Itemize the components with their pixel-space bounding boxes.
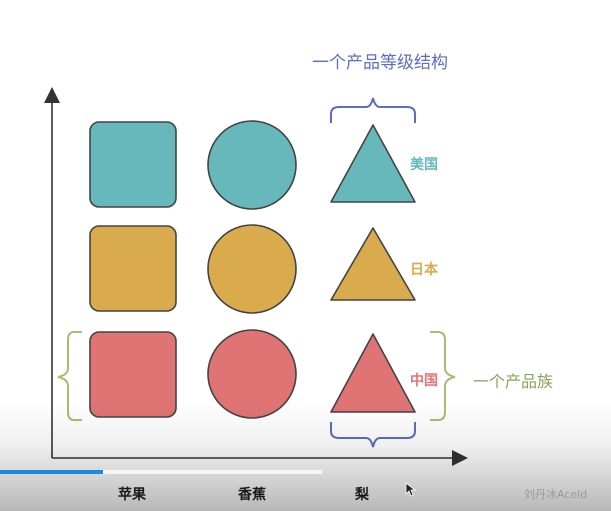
- mouse-cursor-icon: [405, 482, 417, 497]
- product-level-label: 一个产品等级结构: [312, 53, 448, 73]
- left-brace: [57, 331, 82, 421]
- column-label-pear: 梨: [355, 487, 369, 503]
- column-label-apple: 苹果: [118, 487, 146, 503]
- watermark: 刘丹冰Aceld: [524, 488, 588, 501]
- product-family-label: 一个产品族: [473, 372, 553, 391]
- banana-china-circle: [207, 329, 297, 419]
- top-brace: [330, 97, 416, 123]
- apple-china-square: [89, 331, 177, 418]
- factory-diagram: 一个产品等级结构 一个产品族 美国 日本 中国: [44, 53, 553, 466]
- video-progress-bar[interactable]: [0, 470, 322, 474]
- pear-usa-triangle: [330, 124, 416, 203]
- row-label-usa: 美国: [410, 156, 438, 173]
- banana-usa-circle: [207, 120, 297, 210]
- row-label-japan: 日本: [410, 261, 439, 278]
- banana-japan-circle: [207, 224, 297, 314]
- column-label-banana: 香蕉: [238, 487, 266, 503]
- video-progress-fill: [0, 470, 104, 474]
- row-label-china: 中国: [410, 372, 438, 389]
- apple-usa-square: [89, 121, 177, 208]
- apple-japan-square: [89, 225, 177, 312]
- bottom-brace: [330, 422, 416, 448]
- pear-china-triangle: [330, 333, 416, 413]
- pear-japan-triangle: [330, 227, 416, 301]
